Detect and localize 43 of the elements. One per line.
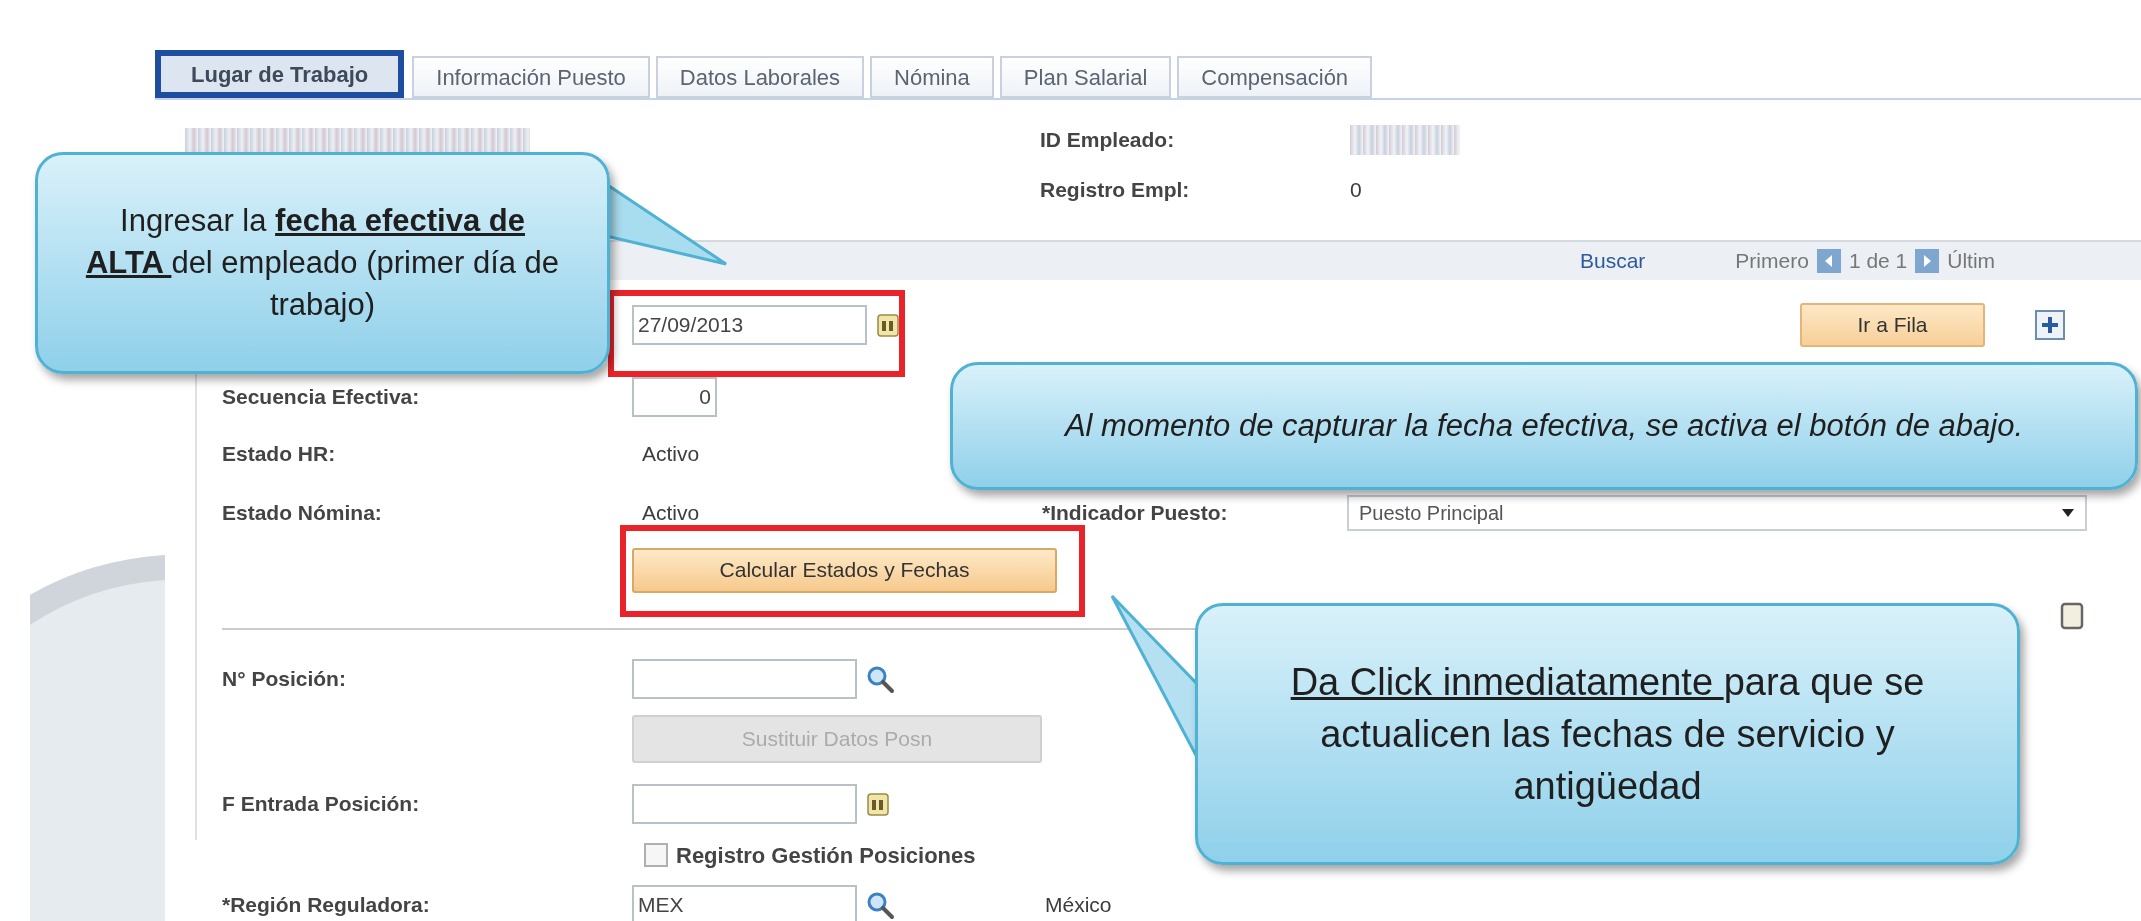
field-label: Registro Empl:	[1040, 177, 1191, 204]
plus-icon[interactable]	[2035, 310, 2065, 340]
checkbox-label: Registro Gestión Posiciones	[676, 841, 976, 870]
field-label: F Entrada Posición:	[222, 791, 421, 818]
square-icon	[2060, 602, 2084, 630]
dropdown-arrow-icon[interactable]	[2061, 508, 2075, 518]
tab[interactable]: Lugar de Trabajo	[155, 50, 405, 98]
tab[interactable]: Información Puesto	[412, 56, 650, 98]
sequence-field[interactable]: 0	[632, 377, 717, 417]
callout-text: Al momento de capturar la fecha efectiva, se activa el botón de abajo.	[1064, 407, 2024, 445]
region-name: México	[1045, 892, 1112, 919]
tab[interactable]: Datos Laborales	[655, 56, 865, 98]
tab[interactable]: Plan Salarial	[999, 56, 1172, 98]
field-label: Secuencia Efectiva:	[222, 384, 421, 411]
field-label: ID Empleado:	[1040, 127, 1176, 154]
search-icon[interactable]	[865, 890, 895, 920]
field-label: *Indicador Puesto:	[1042, 500, 1229, 527]
search-link[interactable]: Buscar	[1580, 245, 1646, 277]
region-field[interactable]: MEX	[632, 885, 857, 921]
search-icon[interactable]	[865, 664, 895, 694]
first-label: Primero	[1735, 248, 1809, 275]
tab[interactable]: Nómina	[870, 56, 994, 98]
last-label: Últim	[1947, 248, 1996, 275]
calendar-icon[interactable]	[877, 313, 899, 337]
date-field[interactable]	[632, 784, 857, 824]
status-value: Activo	[641, 500, 701, 527]
date-field[interactable]: 27/09/2013	[632, 305, 867, 345]
field-label: *Región Reguladora:	[222, 892, 431, 919]
status-value: Activo	[641, 441, 700, 468]
position-field[interactable]	[632, 659, 857, 699]
checkbox[interactable]	[644, 843, 668, 867]
calculate-button[interactable]: Calcular Estados y Fechas	[632, 547, 1057, 593]
dropdown[interactable]: Puesto Principal	[1347, 495, 2087, 531]
page-counter: 1 de 1	[1848, 248, 1908, 275]
field-value: 0	[1350, 177, 1362, 204]
callout-text: Da Click inmediatamente para que se actualicen las fechas de servicio y antigüedad	[1289, 660, 1926, 809]
field-label: N° Posición:	[222, 666, 347, 693]
field-label: Estado HR:	[222, 441, 337, 468]
tab[interactable]: Compensación	[1177, 56, 1373, 98]
field-label: Estado Nómina:	[222, 500, 383, 527]
callout-text: Ingresar la fecha efectiva de ALTA del empleado (primer día de trabajo)	[84, 202, 561, 324]
go-to-row-button[interactable]: Ir a Fila	[1800, 303, 1985, 347]
calendar-icon[interactable]	[867, 792, 889, 816]
